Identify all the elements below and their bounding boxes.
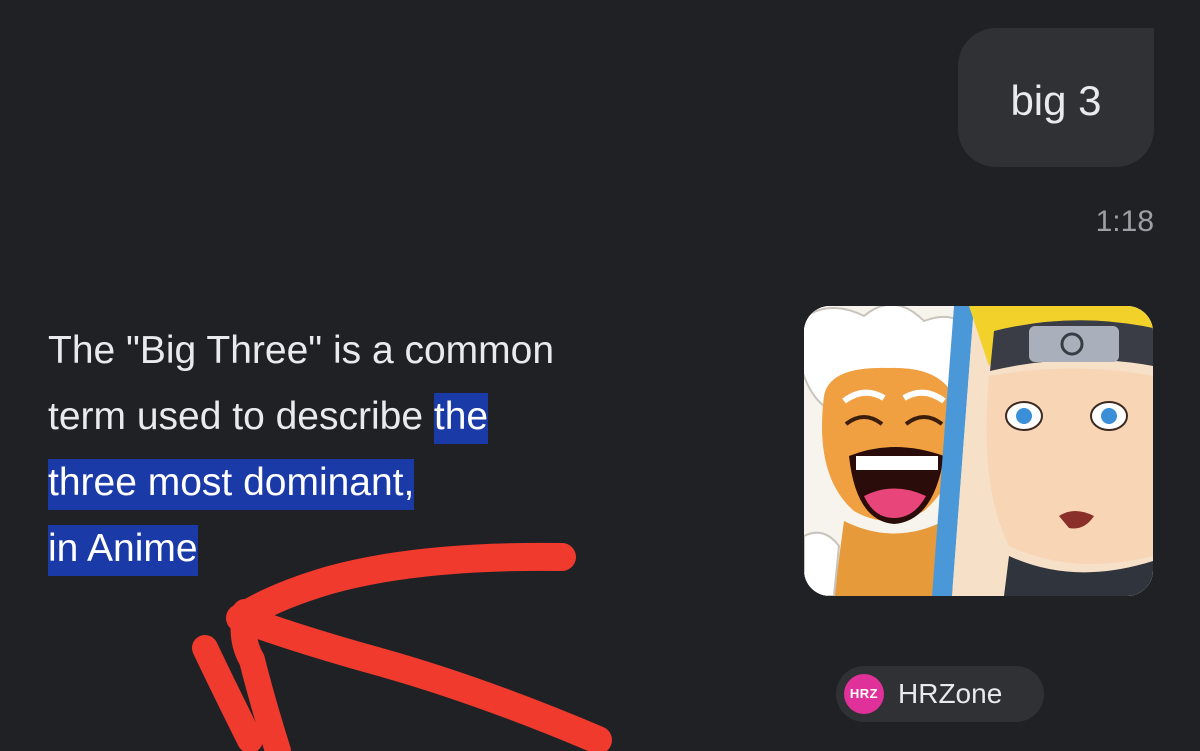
hrzone-logo: HRZ [844, 674, 884, 714]
answer-line-1: The "Big Three" is a common [48, 318, 688, 384]
arrow-stroke-1 [226, 542, 612, 751]
answer-line-3: three most dominant, [48, 450, 688, 516]
arrow-stroke-2 [230, 599, 291, 751]
assistant-answer: The "Big Three" is a common term used to… [48, 318, 688, 582]
answer-text-1: The "Big Three" is a common [48, 329, 555, 372]
highlighted-text-1: the [433, 393, 489, 444]
user-message-text: big 3 [1010, 77, 1102, 124]
source-chip[interactable]: HRZ HRZone [836, 666, 1044, 722]
source-name: HRZone [898, 678, 1003, 709]
arrow-stroke-3 [192, 635, 263, 751]
answer-line-4: in Anime [48, 516, 688, 582]
highlighted-text-3: in Anime [48, 525, 198, 576]
anime-characters-image [804, 306, 1153, 596]
message-timestamp: 1:18 [1095, 205, 1154, 238]
answer-line-2: term used to describe the [48, 384, 688, 450]
anime-thumbnail[interactable] [804, 306, 1153, 596]
user-message-bubble[interactable]: big 3 [958, 28, 1154, 167]
answer-text-2: term used to describe [48, 395, 434, 438]
chat-screen: big 3 1:18 The "Big Three" is a common t… [0, 0, 1200, 751]
highlighted-text-2: three most dominant, [48, 459, 415, 510]
